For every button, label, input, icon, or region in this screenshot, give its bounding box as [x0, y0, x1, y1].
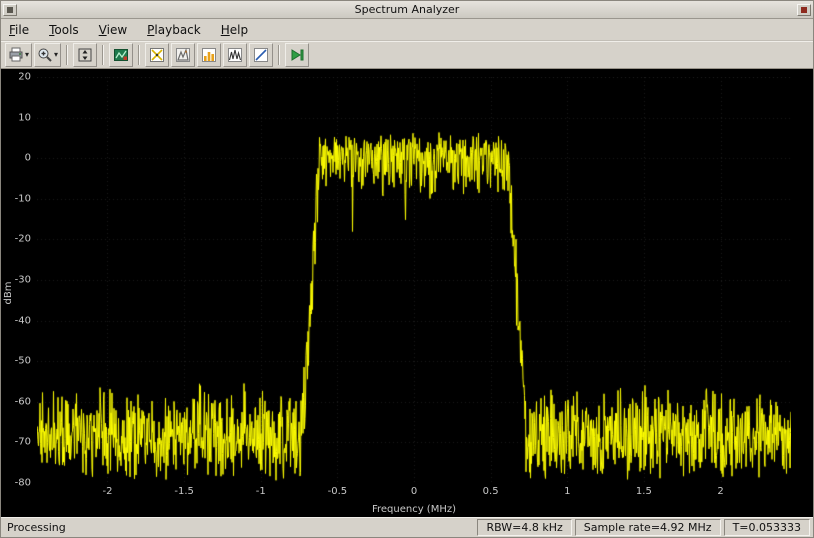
x-tick-label: -1.5 [174, 486, 194, 497]
menu-help[interactable]: Help [219, 21, 250, 39]
y-tick-label: 10 [3, 112, 31, 123]
y-tick-label: 20 [3, 72, 31, 83]
sample-rate-readout: Sample rate=4.92 MHz [575, 519, 721, 536]
spectral-mask-button[interactable] [249, 43, 273, 67]
toolbar-separator [278, 45, 280, 65]
cursor-measurements-button[interactable] [145, 43, 169, 67]
window-menu-icon [7, 7, 13, 13]
peak-finder-icon [175, 47, 191, 63]
dropdown-arrow-icon: ▾ [54, 51, 58, 59]
toolbar: ▾ ▾ [1, 41, 813, 69]
x-axis-label: Frequency (MHz) [37, 504, 791, 515]
rbw-readout: RBW=4.8 kHz [477, 519, 571, 536]
step-forward-icon [289, 47, 305, 63]
toolbar-separator [138, 45, 140, 65]
y-tick-label: -40 [3, 315, 31, 326]
x-tick-label: 0.5 [483, 486, 499, 497]
cursor-measurements-icon [149, 47, 165, 63]
spectrum-settings-button[interactable] [109, 43, 133, 67]
distortion-measurements-button[interactable] [223, 43, 247, 67]
y-tick-label: -30 [3, 275, 31, 286]
plot-axes[interactable] [37, 77, 791, 483]
toolbar-separator [66, 45, 68, 65]
window-title: Spectrum Analyzer [1, 3, 813, 16]
x-tick-label: -2 [102, 486, 112, 497]
peak-finder-button[interactable] [171, 43, 195, 67]
status-text: Processing [4, 521, 474, 534]
window-menu-button[interactable] [3, 4, 17, 16]
x-tick-label: -1 [256, 486, 266, 497]
y-tick-label: -80 [3, 478, 31, 489]
toolbar-separator [102, 45, 104, 65]
zoom-in-icon [37, 47, 53, 63]
title-bar[interactable]: Spectrum Analyzer [1, 1, 813, 19]
x-tick-labels: -2 -1.5 -1 -0.5 0 0.5 1 1.5 2 [37, 486, 791, 499]
spectrum-trace-canvas[interactable] [37, 77, 791, 483]
menu-bar: File Tools View Playback Help [1, 19, 813, 41]
menu-playback[interactable]: Playback [145, 21, 203, 39]
y-tick-label: -50 [3, 356, 31, 367]
close-button[interactable] [797, 4, 811, 16]
fit-to-view-icon [77, 47, 93, 63]
print-button[interactable]: ▾ [5, 43, 32, 67]
y-tick-label: 0 [3, 153, 31, 164]
channel-measurements-icon [201, 47, 217, 63]
y-tick-label: -10 [3, 193, 31, 204]
time-readout: T=0.053333 [724, 519, 810, 536]
spectral-mask-icon [253, 47, 269, 63]
printer-icon [8, 47, 24, 63]
menu-tools[interactable]: Tools [47, 21, 81, 39]
step-forward-button[interactable] [285, 43, 309, 67]
spectrum-settings-icon [113, 47, 129, 63]
status-bar: Processing RBW=4.8 kHz Sample rate=4.92 … [1, 517, 813, 537]
spectrum-analyzer-window: Spectrum Analyzer File Tools View Playback H… [0, 0, 814, 538]
x-tick-label: 1.5 [636, 486, 652, 497]
y-tick-label: -20 [3, 234, 31, 245]
x-tick-label: -0.5 [328, 486, 348, 497]
x-tick-label: 0 [411, 486, 417, 497]
y-tick-label: -60 [3, 396, 31, 407]
y-tick-label: -70 [3, 437, 31, 448]
y-tick-labels: 20100-10-20-30-40-50-60-70-80 [1, 77, 34, 483]
close-icon [801, 7, 807, 13]
plot-panel: dBm 20100-10-20-30-40-50-60-70-80 -2-1.5… [1, 69, 813, 517]
x-tick-label: 1 [564, 486, 570, 497]
dropdown-arrow-icon: ▾ [25, 51, 29, 59]
distortion-measurements-icon [227, 47, 243, 63]
x-tick-label: 2 [717, 486, 723, 497]
menu-view[interactable]: View [97, 21, 129, 39]
fit-to-view-button[interactable] [73, 43, 97, 67]
channel-measurements-button[interactable] [197, 43, 221, 67]
zoom-in-button[interactable]: ▾ [34, 43, 61, 67]
menu-file[interactable]: File [7, 21, 31, 39]
